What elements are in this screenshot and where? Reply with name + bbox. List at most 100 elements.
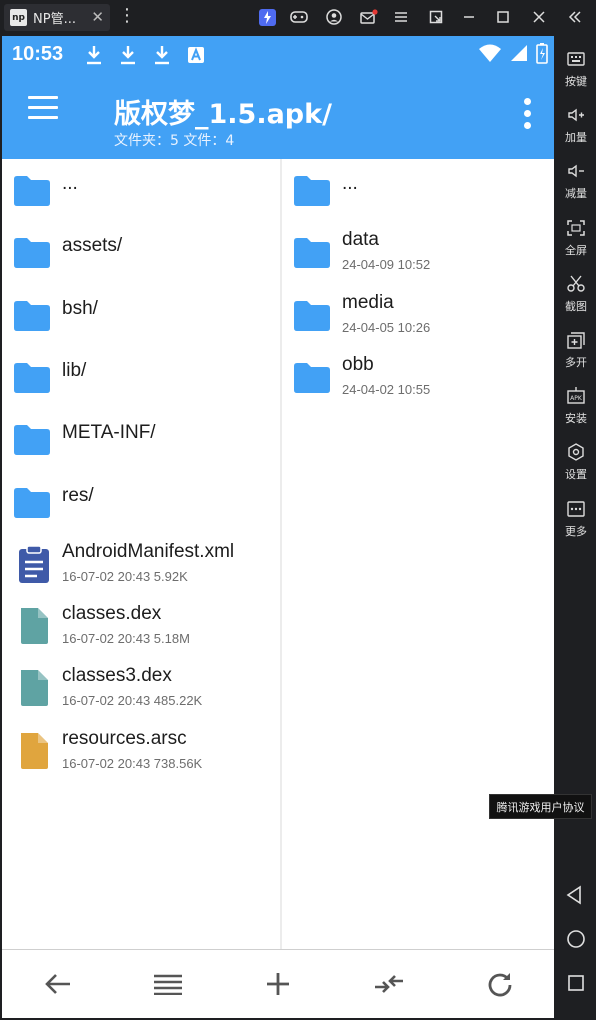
sidebar-item-apk-install[interactable]: APK 安装: [556, 383, 596, 433]
folder-row[interactable]: ...: [282, 159, 554, 221]
folder-icon: [12, 485, 52, 519]
item-name: lib/: [62, 359, 87, 381]
sidebar-item-label: 安装: [565, 412, 587, 426]
emulator-title-bar: np NP管... ✕ ⋮: [0, 0, 596, 34]
folder-icon: [12, 422, 52, 456]
minimize-icon[interactable]: [452, 0, 486, 34]
dex-file-icon: [14, 607, 54, 645]
folder-row[interactable]: ...: [2, 159, 278, 221]
bolt-icon[interactable]: [250, 0, 284, 34]
item-meta: 16-07-02 20:43 5.18M: [62, 631, 190, 647]
folder-icon: [12, 235, 52, 269]
item-meta: 24-04-09 10:52: [342, 257, 431, 273]
folder-row[interactable]: bsh/: [2, 284, 278, 346]
item-meta: 16-07-02 20:43 738.56K: [62, 755, 203, 771]
sidebar-item-label: 设置: [565, 468, 587, 482]
account-icon[interactable]: [317, 0, 351, 34]
svg-text:APK: APK: [570, 395, 583, 402]
item-name: ...: [62, 173, 78, 194]
volume-down-icon: [568, 164, 584, 178]
back-arrow-icon[interactable]: [40, 968, 76, 1000]
back-triangle-icon[interactable]: [565, 885, 585, 909]
folder-icon: [292, 298, 332, 332]
volume-up-icon: [568, 108, 584, 122]
download-icon: [121, 46, 135, 65]
left-pane: ... assets/bsh/lib/META-INF/res/AndroidMa…: [2, 159, 278, 949]
file-row[interactable]: classes3.dex 16-07-02 20:43 485.22K: [2, 657, 278, 719]
sidebar-item-fullscreen[interactable]: 全屏: [556, 215, 596, 265]
hamburger-menu-icon[interactable]: [28, 96, 62, 124]
app-bar: 版权梦_1.5.apk/ 文件夹：5 文件：4: [2, 74, 554, 159]
gamepad-icon[interactable]: [282, 0, 316, 34]
multi-instance-icon: [567, 332, 585, 349]
folder-row[interactable]: META-INF/: [2, 408, 278, 470]
sidebar-item-scissors[interactable]: 截图: [556, 271, 596, 321]
item-name: assets/: [62, 235, 123, 257]
item-name: ...: [342, 173, 358, 194]
folder-row[interactable]: data 24-04-09 10:52: [282, 221, 554, 283]
tab-close-icon[interactable]: ✕: [91, 8, 104, 26]
home-circle-icon[interactable]: [566, 929, 586, 953]
sidebar-item-settings[interactable]: 设置: [556, 439, 596, 489]
status-time: 10:53: [12, 43, 64, 65]
tab-menu-icon[interactable]: ⋮: [118, 7, 136, 25]
refresh-icon[interactable]: [482, 968, 518, 1000]
item-name: AndroidManifest.xml: [62, 540, 235, 562]
folder-row[interactable]: obb 24-04-02 10:55: [282, 346, 554, 408]
battery-icon: [536, 43, 548, 64]
fullscreen-icon: [567, 219, 585, 236]
sidebar-item-volume-up[interactable]: 加量: [556, 102, 596, 152]
page-subtitle: 文件夹：5 文件：4: [114, 133, 235, 149]
sidebar-item-multi-instance[interactable]: 多开: [556, 327, 596, 377]
xml-file-icon: [14, 545, 54, 583]
folder-row[interactable]: res/: [2, 471, 278, 533]
menu-icon[interactable]: [384, 0, 418, 34]
sidebar-item-label: 截图: [565, 299, 587, 313]
sidebar-item-keyboard[interactable]: 按键: [556, 46, 596, 96]
right-pane: ... data 24-04-09 10:52 media 24-04-05 10:26…: [280, 159, 554, 949]
keyboard-icon: [567, 52, 585, 66]
folder-row[interactable]: lib/: [2, 346, 278, 408]
scissors-icon: [567, 275, 585, 292]
maximize-icon[interactable]: [486, 0, 520, 34]
popout-icon[interactable]: [419, 0, 453, 34]
file-panes: ... assets/bsh/lib/META-INF/res/AndroidMa…: [2, 159, 554, 949]
sidebar-item-more[interactable]: 更多: [556, 496, 596, 546]
sidebar-item-label: 更多: [565, 524, 587, 538]
item-name: META-INF/: [62, 422, 156, 444]
sidebar-item-label: 多开: [565, 356, 587, 369]
item-name: data: [342, 229, 379, 251]
bottom-toolbar: [2, 949, 554, 1018]
signal-icon: [511, 45, 527, 61]
emulator-window: np NP管... ✕ ⋮ 10:53 版权梦_1.5.apk/ 文件夹：5 文…: [0, 0, 596, 1020]
phone-screen: 10:53 版权梦_1.5.apk/ 文件夹：5 文件：4 ... assets/…: [0, 34, 556, 1020]
folder-row[interactable]: assets/: [2, 221, 278, 283]
overflow-menu-icon[interactable]: [524, 98, 532, 132]
folder-row[interactable]: media 24-04-05 10:26: [282, 284, 554, 346]
mail-icon[interactable]: [352, 0, 386, 34]
apk-install-icon: APK: [567, 387, 585, 404]
item-name: media: [342, 291, 394, 313]
swap-icon[interactable]: [371, 968, 407, 1000]
status-bar: 10:53: [2, 36, 554, 74]
plus-icon[interactable]: [260, 968, 296, 1000]
page-title: 版权梦_1.5.apk/: [114, 99, 332, 130]
item-meta: 24-04-02 10:55: [342, 381, 431, 397]
sidebar-item-volume-down[interactable]: 减量: [556, 158, 596, 208]
recents-square-icon[interactable]: [567, 974, 585, 996]
sidebar-item-label: 加量: [565, 131, 587, 145]
list-icon[interactable]: [150, 968, 186, 1000]
close-icon[interactable]: [522, 0, 556, 34]
arsc-file-icon: [14, 732, 54, 769]
item-meta: 16-07-02 20:43 5.92K: [62, 568, 188, 584]
file-row[interactable]: AndroidManifest.xml 16-07-02 20:43 5.92K: [2, 533, 278, 595]
folder-icon: [292, 360, 332, 394]
file-row[interactable]: classes.dex 16-07-02 20:43 5.18M: [2, 595, 278, 657]
more-icon: [567, 500, 585, 517]
file-row[interactable]: resources.arsc 16-07-02 20:43 738.56K: [2, 720, 278, 782]
app-tab[interactable]: np NP管... ✕: [4, 4, 110, 31]
item-meta: 24-04-05 10:26: [342, 319, 431, 335]
dex-file-icon: [14, 669, 54, 707]
item-name: classes3.dex: [62, 665, 172, 687]
collapse-icon[interactable]: [558, 0, 592, 34]
